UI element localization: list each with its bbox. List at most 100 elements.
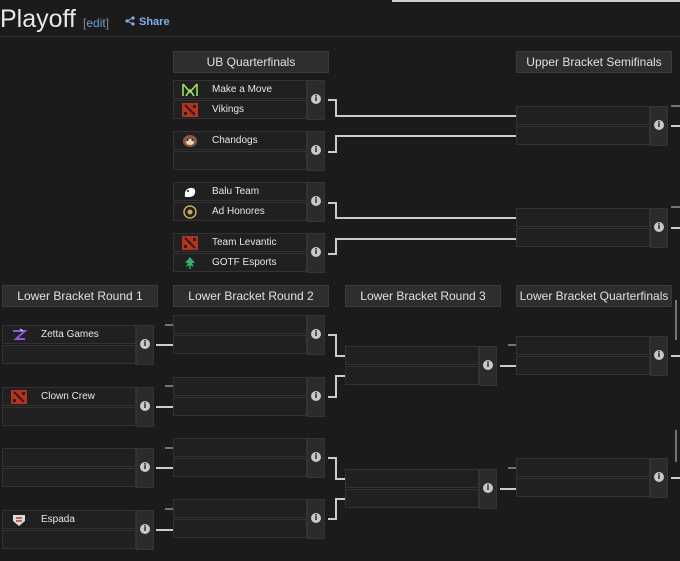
- match-info-button[interactable]: i: [136, 448, 154, 488]
- match-info-button[interactable]: i: [307, 315, 325, 355]
- match-lbqf-2: i: [516, 458, 668, 498]
- match-info-button[interactable]: i: [136, 325, 154, 365]
- match-info-button[interactable]: i: [307, 131, 325, 171]
- match-ubsf-1: i: [516, 106, 668, 146]
- round-header-ub-quarterfinals: UB Quarterfinals: [173, 51, 329, 73]
- team-slot-empty[interactable]: [345, 346, 479, 365]
- team-slot-empty[interactable]: [173, 438, 307, 457]
- make-a-move-logo-icon: [182, 83, 198, 97]
- match-info-button[interactable]: i: [650, 208, 668, 248]
- team-slot[interactable]: Vikings: [173, 100, 307, 119]
- team-name: Balu Team: [212, 186, 260, 197]
- team-slot-empty[interactable]: [345, 469, 479, 488]
- team-slot-empty[interactable]: [2, 468, 136, 487]
- team-slot-empty[interactable]: [2, 530, 136, 549]
- team-slot-empty[interactable]: [516, 458, 650, 477]
- info-icon: i: [311, 391, 321, 401]
- team-slot[interactable]: Make a Move: [173, 80, 307, 99]
- match-info-button[interactable]: i: [650, 106, 668, 146]
- team-slot[interactable]: Espada: [2, 510, 136, 529]
- connector-lbr2-3: [328, 457, 345, 480]
- team-slot-empty[interactable]: [516, 336, 650, 355]
- match-ubqf-2: Chandogs i: [173, 131, 325, 171]
- round-header-lb-round3: Lower Bracket Round 3: [345, 285, 501, 307]
- team-slot-empty[interactable]: [173, 397, 307, 416]
- team-slot[interactable]: Zetta Games: [2, 325, 136, 344]
- dota-logo-icon: [182, 236, 198, 250]
- match-lbr1-4: Espada i: [2, 510, 154, 550]
- team-slot-empty[interactable]: [2, 345, 136, 364]
- team-slot-empty[interactable]: [516, 126, 650, 145]
- connector-lbr2-4: [328, 498, 345, 520]
- team-slot-empty[interactable]: [2, 448, 136, 467]
- espada-logo-icon: [13, 515, 25, 526]
- info-icon: i: [654, 350, 664, 360]
- info-icon: i: [140, 524, 150, 534]
- match-lbr2-4: i: [173, 499, 325, 539]
- team-slot[interactable]: Chandogs: [173, 131, 307, 150]
- connector-ubqf4: [328, 238, 516, 255]
- info-icon: i: [311, 94, 321, 104]
- info-icon: i: [654, 222, 664, 232]
- info-icon: i: [311, 145, 321, 155]
- match-lbr2-1: i: [173, 315, 325, 355]
- team-slot-empty[interactable]: [173, 377, 307, 396]
- team-slot-empty[interactable]: [173, 335, 307, 354]
- team-slot[interactable]: Balu Team: [173, 182, 307, 201]
- match-info-button[interactable]: i: [650, 458, 668, 498]
- team-slot-empty[interactable]: [516, 208, 650, 227]
- team-slot-empty[interactable]: [345, 489, 479, 508]
- match-info-button[interactable]: i: [307, 80, 325, 120]
- balu-team-logo-icon: [184, 187, 196, 197]
- match-info-button[interactable]: i: [307, 499, 325, 539]
- team-slot[interactable]: Ad Honores: [173, 202, 307, 221]
- match-info-button[interactable]: i: [307, 233, 325, 273]
- team-name: Chandogs: [212, 135, 258, 146]
- team-slot-empty[interactable]: [516, 228, 650, 247]
- round-header-lb-round2: Lower Bracket Round 2: [173, 285, 329, 307]
- match-info-button[interactable]: i: [650, 336, 668, 376]
- info-icon: i: [140, 339, 150, 349]
- team-slot-empty[interactable]: [173, 315, 307, 334]
- team-name: Espada: [41, 514, 75, 525]
- match-info-button[interactable]: i: [479, 469, 497, 509]
- team-name: Vikings: [212, 104, 245, 115]
- match-lbr2-2: i: [173, 377, 325, 417]
- match-lbr1-1: Zetta Games i: [2, 325, 154, 365]
- match-info-button[interactable]: i: [307, 438, 325, 478]
- team-slot-empty[interactable]: [345, 366, 479, 385]
- match-info-button[interactable]: i: [307, 182, 325, 222]
- dota-logo-icon: [11, 390, 27, 404]
- info-icon: i: [140, 401, 150, 411]
- team-slot-empty[interactable]: [173, 151, 307, 170]
- match-ubqf-3: Balu Team Ad Honores i: [173, 182, 325, 222]
- info-icon: i: [311, 247, 321, 257]
- info-icon: i: [654, 120, 664, 130]
- match-lbr1-2: Clown Crew i: [2, 387, 154, 427]
- team-name: Ad Honores: [212, 206, 265, 217]
- gotf-logo-icon: [185, 257, 195, 269]
- match-lbr3-2: i: [345, 469, 497, 509]
- team-slot-empty[interactable]: [516, 356, 650, 375]
- team-name: Team Levantic: [212, 237, 277, 248]
- info-icon: i: [311, 329, 321, 339]
- chandogs-logo-icon: [183, 135, 197, 147]
- info-icon: i: [311, 452, 321, 462]
- team-slot-empty[interactable]: [173, 499, 307, 518]
- match-lbqf-1: i: [516, 336, 668, 376]
- match-info-button[interactable]: i: [136, 510, 154, 550]
- team-slot-empty[interactable]: [516, 478, 650, 497]
- info-icon: i: [483, 483, 493, 493]
- team-slot[interactable]: GOTF Esports: [173, 253, 307, 272]
- match-info-button[interactable]: i: [307, 377, 325, 417]
- team-slot-empty[interactable]: [2, 407, 136, 426]
- team-slot-empty[interactable]: [173, 458, 307, 477]
- match-info-button[interactable]: i: [479, 346, 497, 386]
- team-slot-empty[interactable]: [173, 519, 307, 538]
- team-slot[interactable]: Team Levantic: [173, 233, 307, 252]
- match-info-button[interactable]: i: [136, 387, 154, 427]
- match-ubsf-2: i: [516, 208, 668, 248]
- team-slot-empty[interactable]: [516, 106, 650, 125]
- match-ubqf-1: Make a Move Vikings i: [173, 80, 325, 120]
- team-slot[interactable]: Clown Crew: [2, 387, 136, 406]
